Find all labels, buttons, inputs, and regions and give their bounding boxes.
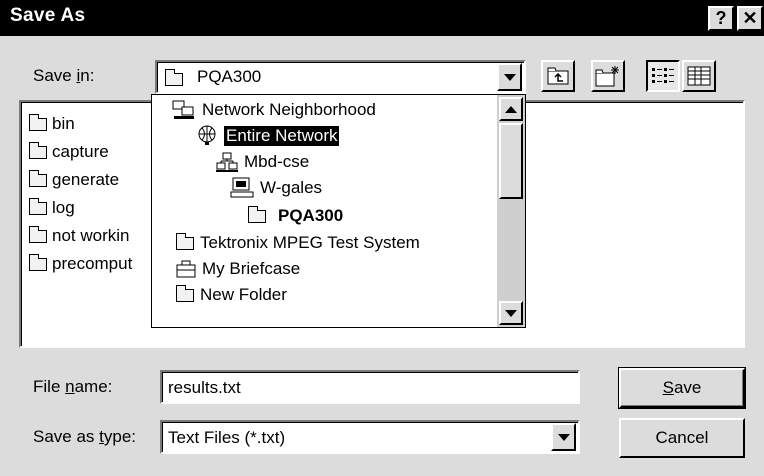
scroll-down-button[interactable] [499,301,523,325]
folder-icon [176,284,194,302]
save-as-type-label: Save as type: [33,427,137,446]
list-item[interactable]: log [29,194,132,222]
dropdown-item-w-gales[interactable]: W-gales [230,175,322,201]
briefcase-icon [176,260,196,278]
save-as-type-dropdown-button[interactable] [551,423,576,451]
file-list: bin capture generate log not workin prec… [29,110,132,278]
folder-icon [248,205,266,223]
details-view-icon [687,66,711,86]
save-in-combo[interactable]: PQA300 [155,60,526,94]
details-view-button[interactable] [682,60,716,92]
dropdown-item-tektronix[interactable]: Tektronix MPEG Test System [176,230,420,256]
list-view-button[interactable] [646,60,680,92]
scroll-thumb[interactable] [499,123,523,199]
title-bar [0,0,764,36]
folder-icon [165,69,183,86]
list-item[interactable]: generate [29,166,132,194]
folder-icon [29,253,47,271]
chevron-down-icon [503,73,516,81]
arrow-down-icon [505,309,517,317]
folder-icon [29,113,47,131]
save-as-type-value: Text Files (*.txt) [168,428,286,447]
save-as-type-select[interactable]: Text Files (*.txt) [160,420,580,454]
help-button[interactable]: ? [708,6,734,31]
location-dropdown-list[interactable]: Network Neighborhood Entire Network Mbd-… [151,94,526,328]
arrow-up-icon [505,105,517,113]
up-folder-icon [547,67,569,85]
list-item[interactable]: capture [29,138,132,166]
network-neighborhood-icon [172,100,196,120]
window-title: Save As [10,5,86,26]
cancel-button[interactable]: Cancel [619,418,745,458]
folder-icon [29,197,47,215]
dropdown-item-new-folder[interactable]: New Folder [176,282,287,308]
dropdown-item-entire-network[interactable]: Entire Network [196,123,340,149]
file-name-label: File name: [33,377,113,396]
close-button[interactable]: ✕ [737,6,763,31]
dropdown-item-network-neighborhood[interactable]: Network Neighborhood [172,97,376,123]
list-item[interactable]: bin [29,110,132,138]
save-in-dropdown-button[interactable] [497,63,522,91]
globe-icon [196,125,218,147]
dropdown-item-pqa300[interactable]: PQA300 [248,203,343,229]
folder-icon [29,169,47,187]
list-item[interactable]: precomput [29,250,132,278]
folder-icon [176,232,194,250]
dropdown-item-my-briefcase[interactable]: My Briefcase [176,256,300,282]
folder-icon [29,225,47,243]
up-one-level-button[interactable] [541,60,575,92]
dropdown-item-mbd-cse[interactable]: Mbd-cse [216,149,309,175]
file-name-input[interactable]: results.txt [160,370,580,404]
save-button[interactable]: Save [618,367,746,409]
list-item[interactable]: not workin [29,222,132,250]
folder-icon [29,141,47,159]
new-folder-icon [595,66,619,87]
save-in-value: PQA300 [197,67,262,86]
create-new-folder-button[interactable] [591,60,625,92]
computer-icon [230,177,254,199]
workgroup-icon [216,152,238,172]
scroll-up-button[interactable] [499,97,523,121]
list-view-icon [652,68,674,83]
file-name-value: results.txt [168,378,241,397]
save-in-label: Save in: [33,66,95,85]
chevron-down-icon [557,433,570,441]
